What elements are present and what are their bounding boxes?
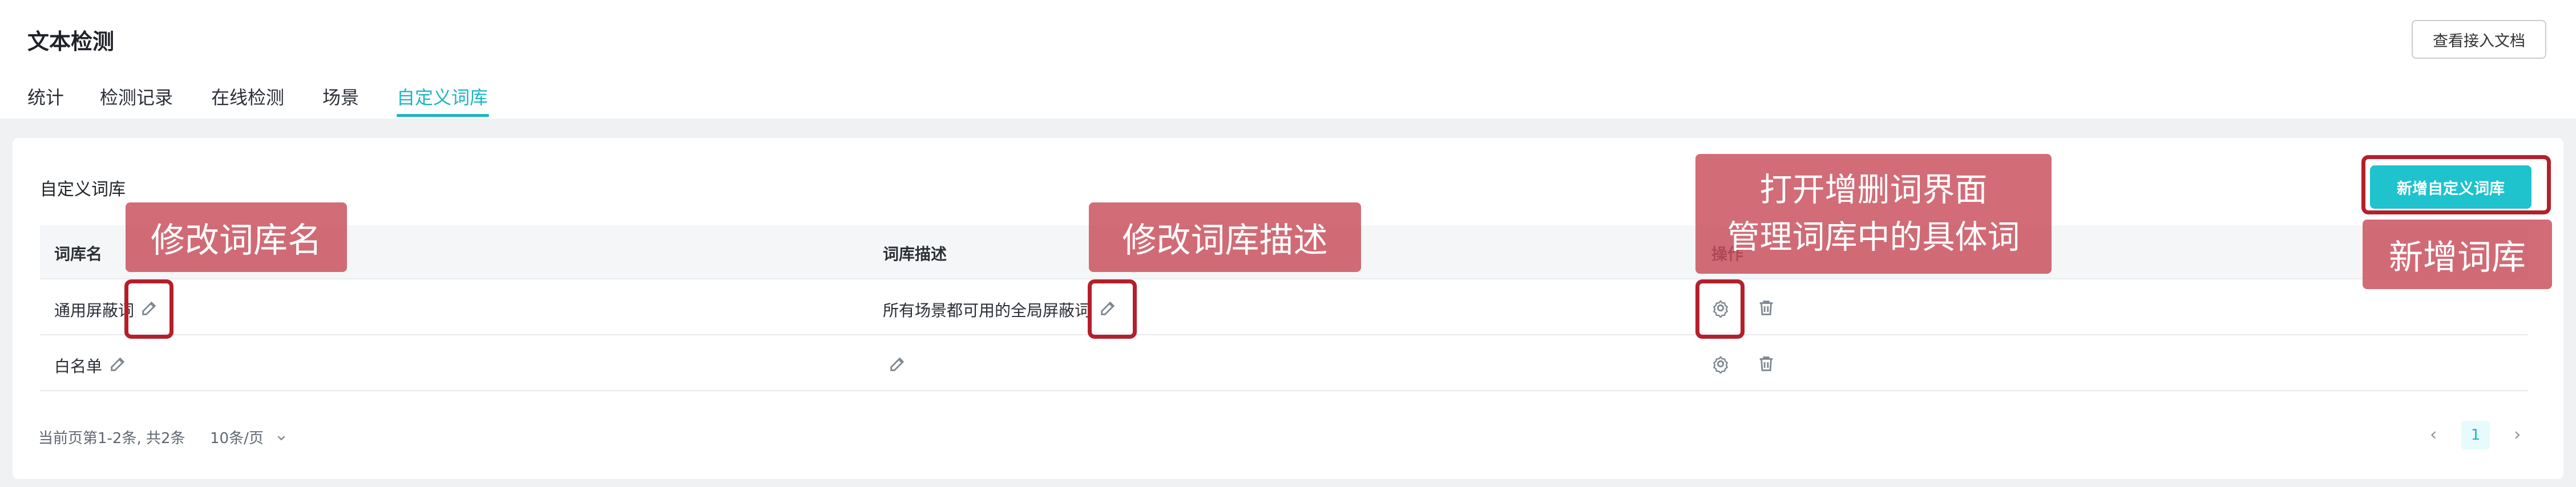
active-tab-indicator [397,114,489,117]
annotation-manage-words-line-1: 打开增删词界面 [1759,172,1988,208]
annotation-outline [124,279,173,339]
gear-icon[interactable] [1711,354,1730,374]
tab-online-detection[interactable]: 在线检测 [211,83,284,109]
edit-icon[interactable] [108,354,128,374]
chevron-down-icon[interactable]: ⌄ [274,424,289,445]
table-row [40,335,2528,391]
library-description-cell: 所有场景都可用的全局屏蔽词 [883,301,1091,320]
chevron-right-icon[interactable]: › [2514,424,2521,445]
annotation-edit-description: 修改词库描述 [1089,202,1361,272]
tab-scenes[interactable]: 场景 [322,83,359,109]
annotation-manage-words-line-2: 管理词库中的具体词 [1727,219,2020,255]
library-name-cell: 通用屏蔽词 [54,301,135,320]
annotation-outline [2361,155,2551,214]
tab-detection-records[interactable]: 检测记录 [100,83,173,109]
column-header-description: 词库描述 [883,245,947,263]
library-name-cell: 白名单 [54,357,103,376]
page-button[interactable]: 1 [2461,421,2490,449]
trash-icon[interactable] [1757,298,1776,318]
edit-icon[interactable] [888,354,907,374]
view-docs-button[interactable]: 查看接入文档 [2412,20,2546,59]
annotation-outline [1695,279,1745,339]
trash-icon[interactable] [1757,354,1776,374]
page-size-select[interactable]: 10条/页 [210,427,264,448]
pagination-summary: 当前页第1-2条, 共2条 [38,430,185,447]
annotation-new-library: 新增词库 [2363,220,2552,289]
column-header-name: 词库名 [54,245,103,263]
chevron-left-icon[interactable]: ‹ [2430,424,2437,445]
section-title: 自定义词库 [40,180,126,200]
annotation-outline [1088,279,1137,339]
page-title: 文本检测 [27,29,115,54]
annotation-edit-name: 修改词库名 [126,202,347,272]
annotation-manage-words: 打开增删词界面 管理词库中的具体词 [1695,154,2052,274]
tab-custom-library[interactable]: 自定义词库 [397,83,488,109]
tab-statistics[interactable]: 统计 [27,83,64,109]
top-header [0,0,2576,119]
table-row [40,279,2528,335]
